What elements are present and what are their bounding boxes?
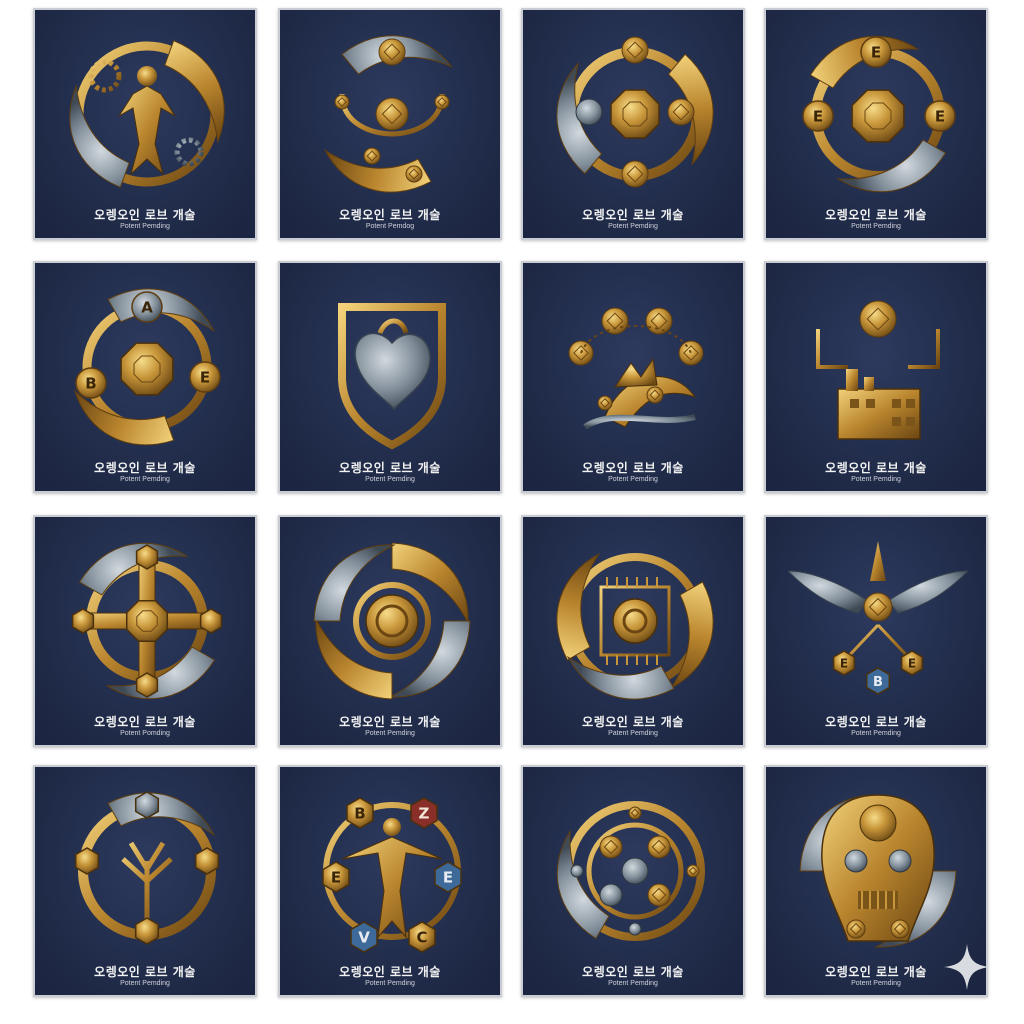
- tree-circuit-ring-icon: [74, 791, 220, 945]
- orbiting-spheres-icon: [556, 36, 714, 188]
- card-subtitle: Potent Pemding: [365, 476, 415, 483]
- svg-text:E: E: [871, 44, 881, 62]
- svg-text:E: E: [200, 369, 210, 387]
- emblem-card: 오렝오인 로브 개술 Potent Pomding: [33, 515, 257, 747]
- card-subtitle: Potent Pemding: [120, 223, 170, 230]
- card-title: 오렝오인 로브 개술: [825, 208, 927, 222]
- svg-text:B: B: [873, 675, 883, 690]
- svg-text:E: E: [813, 108, 823, 126]
- card-title: 오렝오인 로브 개술: [825, 461, 927, 475]
- emblem-card: E B E 오렝오인 로브 개술 Potent Pemding: [764, 515, 988, 747]
- swirl-core-icon: [313, 542, 471, 700]
- circuit-swirl-icon: [556, 552, 714, 700]
- card-title: 오렝오인 로브 개술: [339, 715, 441, 729]
- card-subtitle: Potent Pemding: [608, 980, 658, 987]
- card-subtitle: Potent Pemding: [120, 476, 170, 483]
- svg-text:A: A: [141, 299, 153, 317]
- card-title: 오렝오인 로브 개술: [94, 208, 196, 222]
- card-subtitle: Potent Pemdog: [365, 223, 415, 230]
- svg-text:B: B: [354, 805, 365, 823]
- svg-text:E: E: [443, 869, 453, 887]
- humanoid-gear-ring-icon: [69, 40, 225, 188]
- card-title: 오렝오인 로브 개술: [339, 208, 441, 222]
- abe-ring-icon: A B E: [73, 288, 221, 446]
- mechanical-heart-shield-icon: [322, 287, 462, 450]
- card-subtitle: Potent Pemding: [851, 730, 901, 737]
- emblem-card: 오렝오인 로브 개술 Potent Pemding: [764, 261, 988, 493]
- compass-cross-icon: [71, 542, 223, 700]
- svg-text:V: V: [358, 929, 370, 947]
- emblem-card: 오렝오인 로브 개술 Potent Pemding: [33, 765, 257, 997]
- svg-text:B: B: [85, 375, 96, 393]
- winged-beb-icon: E B E: [788, 541, 968, 695]
- emblem-card: 오렝오인 로브 개술 Potent Pemding: [521, 261, 745, 493]
- svg-text:E: E: [331, 869, 341, 887]
- card-title: 오렝오인 로브 개술: [94, 461, 196, 475]
- card-title: 오렝오인 로브 개술: [339, 965, 441, 979]
- sparkle-icon: [944, 944, 990, 990]
- emblem-card: 오렝오인 로브 개술 Potent Pemding: [521, 8, 745, 240]
- leaf-swirl-orbs-icon: [568, 307, 704, 430]
- card-title: 오렝오인 로브 개술: [582, 715, 684, 729]
- emblem-card: 오렝오인 로브 개술 Potent Pemding: [521, 765, 745, 997]
- drone-orb-icon: [322, 35, 462, 193]
- card-title: 오렝오인 로브 개술: [339, 461, 441, 475]
- svg-text:E: E: [908, 657, 916, 671]
- robot-mask-icon: [799, 794, 957, 948]
- card-subtitle: Potent Pemding: [851, 476, 901, 483]
- emblem-grid: 오렝오인 로브 개술 Potent Pemding 오렝오인 로브 개술 Poten…: [0, 0, 1024, 1024]
- card-title: 오렝오인 로브 개술: [582, 461, 684, 475]
- e-badge-ring-icon: E E E: [802, 35, 956, 193]
- card-title: 오렝오인 로브 개술: [825, 715, 927, 729]
- emblem-card: 오렝오인 로브 개술 Potent Pemding: [278, 515, 502, 747]
- emblem-card: 오렝오인 로브 개술 Potent Pemding: [278, 261, 502, 493]
- emblem-card: 오렝오인 로브 개술 Potent Pemding: [33, 8, 257, 240]
- card-subtitle: Potent Pomding: [120, 730, 170, 737]
- svg-text:C: C: [416, 929, 427, 947]
- card-subtitle: Patent Pemding: [608, 730, 658, 737]
- card-title: 오렝오인 로브 개술: [94, 965, 196, 979]
- svg-text:Z: Z: [419, 805, 430, 823]
- card-title: 오렝오인 로브 개술: [582, 965, 684, 979]
- card-title: 오렝오인 로브 개술: [582, 208, 684, 222]
- atom-spheres-icon: [556, 801, 705, 941]
- card-subtitle: Potent Pemding: [608, 476, 658, 483]
- card-title: 오렝오인 로브 개술: [94, 715, 196, 729]
- emblem-card: 오렝오인 로브 개술 Patent Pemding: [521, 515, 745, 747]
- drone-factory-icon: [798, 300, 958, 440]
- svg-text:E: E: [840, 657, 848, 671]
- emblem-card: 오렝오인 로브 개술 Potent Pemdog: [278, 8, 502, 240]
- card-subtitle: Potent Pemding: [365, 730, 415, 737]
- card-subtitle: Potent Pemding: [608, 223, 658, 230]
- emblem-card: A B E 오렝오인 로브 개술 Potent Pemding: [33, 261, 257, 493]
- card-subtitle: Potent Pemding: [365, 980, 415, 987]
- card-subtitle: Potent Pemding: [120, 980, 170, 987]
- emblem-card: B Z E E V C 오렝오인 로브 개술 Potent Pemding: [278, 765, 502, 997]
- svg-text:E: E: [935, 108, 945, 126]
- emblem-card: E E E 오렝오인 로브 개술 Potent Pemding: [764, 8, 988, 240]
- card-subtitle: Potent Pemding: [851, 223, 901, 230]
- figure-hexagons-icon: B Z E E V C: [322, 797, 462, 953]
